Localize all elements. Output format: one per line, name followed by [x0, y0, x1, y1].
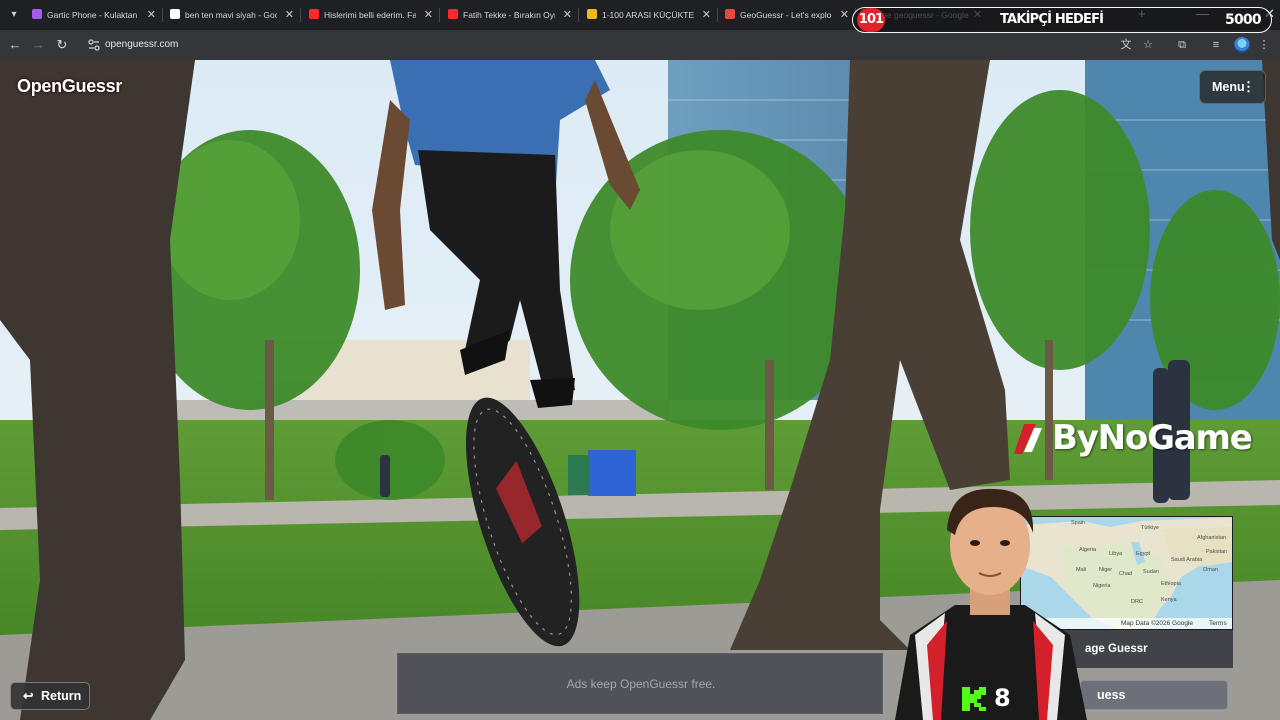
- openguessr-logo[interactable]: OpenGuessr: [17, 76, 122, 97]
- translate-icon[interactable]: 文: [1116, 35, 1136, 55]
- address-bar[interactable]: openguessr.com: [82, 33, 1112, 57]
- browser-tab[interactable]: ben ten mavi siyah - Goog ✕: [170, 4, 294, 26]
- tab-title: Fatih Tekke - Bırakın Oyna: [463, 10, 555, 20]
- kick-logo-icon: [962, 687, 986, 711]
- browser-tab[interactable]: Hislerimi belli ederim. Fat ✕: [309, 4, 433, 26]
- tab-separator: [162, 8, 163, 22]
- ad-banner: Ads keep OpenGuessr free.: [397, 653, 883, 714]
- map-toggle-button[interactable]: age Guessr: [1085, 637, 1225, 661]
- profile-avatar[interactable]: [1234, 37, 1250, 53]
- tab-title: GeoGuessr - Let's explore: [740, 10, 832, 20]
- tree-canopy: [970, 90, 1150, 370]
- browser-menu-icon[interactable]: ⋮: [1254, 35, 1274, 55]
- tab-close-icon[interactable]: ✕: [285, 4, 294, 26]
- reload-button[interactable]: ↻: [52, 35, 72, 55]
- map-label: DRC: [1131, 599, 1143, 605]
- tab-favicon-icon: [725, 9, 735, 19]
- tab-close-icon[interactable]: ✕: [424, 4, 433, 26]
- map-label: Oman: [1203, 567, 1218, 573]
- tab-separator: [578, 8, 579, 22]
- bynogame-logo-icon: [1014, 424, 1042, 454]
- forward-button[interactable]: →: [28, 35, 48, 55]
- browser-tab[interactable]: Gartic Phone - Kulaktan K ✕: [32, 4, 156, 26]
- browser-tab[interactable]: 1-100 ARASI KÜÇÜKTEN B ✕: [587, 4, 711, 26]
- map-label: Egypt: [1136, 551, 1151, 557]
- tab-title: Hislerimi belli ederim. Fat: [324, 10, 416, 20]
- media-control-icon[interactable]: ≡: [1206, 35, 1226, 55]
- return-label: Return: [41, 689, 82, 703]
- tab-close-icon[interactable]: ✕: [147, 4, 156, 26]
- tab-favicon-icon: [309, 9, 319, 19]
- map-label: Kenya: [1161, 597, 1177, 603]
- tab-close-icon[interactable]: ✕: [702, 4, 711, 26]
- menu-button[interactable]: Menu ⋮: [1199, 70, 1266, 104]
- tab-favicon-icon: [448, 9, 458, 19]
- follower-goal-label: TAKİPÇİ HEDEFİ: [1000, 12, 1104, 27]
- tab-title: 1-100 ARASI KÜÇÜKTEN B: [602, 10, 694, 20]
- streamer-avatar: [895, 488, 1087, 720]
- recycle-bin: [588, 450, 636, 496]
- kebab-menu-icon: ⋮: [1242, 79, 1255, 94]
- ad-banner-text: Ads keep OpenGuessr free.: [566, 677, 716, 691]
- tab-separator: [300, 8, 301, 22]
- map-label: Ethiopia: [1161, 581, 1181, 587]
- return-button[interactable]: ↩ Return: [10, 682, 90, 710]
- map-label: Türkiye: [1141, 525, 1160, 531]
- map-label: Pakistan: [1206, 549, 1228, 555]
- follower-count: 101: [857, 8, 885, 32]
- map-label: Chad: [1119, 571, 1133, 577]
- tab-separator: [439, 8, 440, 22]
- map-label: Afghanistan: [1197, 535, 1227, 541]
- tab-separator: [717, 8, 718, 22]
- map-terms-link[interactable]: Terms: [1209, 618, 1227, 629]
- tab-favicon-icon: [170, 9, 180, 19]
- tab-close-icon[interactable]: ✕: [563, 4, 572, 26]
- follower-goal-value: 5000: [1225, 12, 1262, 28]
- extensions-icon[interactable]: ⧉: [1172, 35, 1192, 55]
- tab-title: Gartic Phone - Kulaktan K: [47, 10, 139, 20]
- back-button[interactable]: ←: [5, 35, 25, 55]
- browser-toolbar: ← → ↻ openguessr.com 文 ☆ ⧉ ≡ ⋮: [0, 30, 1280, 60]
- tab-title: ben ten mavi siyah - Goog: [185, 10, 277, 20]
- tab-favicon-icon: [587, 9, 597, 19]
- tab-close-icon[interactable]: ✕: [840, 4, 849, 26]
- map-label: Sudan: [1143, 569, 1159, 575]
- menu-label: Menu: [1212, 80, 1245, 94]
- map-label: Saudi Arabia: [1171, 557, 1203, 563]
- site-info-icon[interactable]: [87, 38, 101, 52]
- sponsor-watermark: ByNoGame: [1052, 418, 1253, 458]
- map-attribution: Map Data ©2026 Google: [1121, 620, 1194, 627]
- url-text: openguessr.com: [105, 39, 179, 50]
- browser-tab[interactable]: GeoGuessr - Let's explore ✕: [725, 4, 849, 26]
- tab-search-button[interactable]: ▾: [4, 5, 24, 25]
- return-arrow-icon: ↩: [23, 689, 34, 703]
- avatar-number: 8: [994, 684, 1011, 712]
- browser-tab[interactable]: Fatih Tekke - Bırakın Oyna ✕: [448, 4, 572, 26]
- map-label: Libya: [1109, 551, 1123, 557]
- tab-favicon-icon: [32, 9, 42, 19]
- bookmark-star-icon[interactable]: ☆: [1138, 35, 1158, 55]
